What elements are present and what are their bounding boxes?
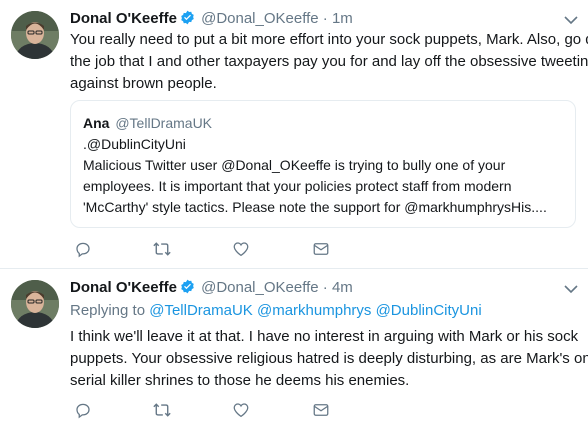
separator-dot: ·	[322, 279, 328, 296]
chevron-down-icon[interactable]	[564, 281, 578, 299]
display-name[interactable]: Donal O'Keeffe	[70, 10, 177, 27]
tweet-text: I think we'll leave it at that. I have n…	[70, 326, 588, 392]
chevron-down-icon[interactable]	[564, 12, 578, 30]
tweet-text-line: serial killer shrines to those he deems …	[70, 372, 410, 389]
user-handle[interactable]: @Donal_OKeeffe	[201, 279, 319, 296]
verified-badge-icon	[180, 10, 195, 29]
retweet-icon[interactable]	[152, 240, 172, 260]
user-handle[interactable]: @Donal_OKeeffe	[201, 10, 319, 27]
mention-link[interactable]: @TellDramaUK	[149, 302, 253, 319]
tweet-actions	[70, 401, 370, 421]
tweet-header: Donal O'Keeffe @Donal_OKeeffe · 1m	[70, 10, 353, 29]
mention-link[interactable]: @DublinCityUni	[376, 302, 482, 319]
verified-badge-icon	[180, 279, 195, 298]
like-icon[interactable]	[232, 240, 252, 260]
tweet-actions	[70, 240, 370, 260]
retweet-icon[interactable]	[152, 401, 172, 421]
reply-icon[interactable]	[74, 240, 94, 260]
quoted-tweet-text: .@DublinCityUni Malicious Twitter user @…	[83, 134, 569, 218]
tweet-text-line: You really need to put a bit more effort…	[70, 31, 588, 48]
replying-to: Replying to @TellDramaUK @markhumphrys @…	[70, 302, 482, 319]
quoted-tweet-header: Ana @TellDramaUK	[83, 115, 212, 131]
avatar[interactable]	[11, 11, 59, 59]
quoted-text-line: 'McCarthy' style tactics. Please note th…	[83, 199, 547, 215]
tweet-text-line: against brown people.	[70, 75, 217, 92]
tweet-text: You really need to put a bit more effort…	[70, 29, 588, 95]
tweet-header: Donal O'Keeffe @Donal_OKeeffe · 4m	[70, 279, 353, 298]
quoted-text-line: employees. It is important that your pol…	[83, 178, 512, 194]
display-name[interactable]: Donal O'Keeffe	[70, 279, 177, 296]
tweet[interactable]: Donal O'Keeffe @Donal_OKeeffe · 1m You r…	[0, 0, 588, 269]
timestamp[interactable]: 1m	[332, 10, 353, 27]
quoted-text-line: Malicious Twitter user @Donal_OKeeffe is…	[83, 157, 506, 173]
timestamp[interactable]: 4m	[332, 279, 353, 296]
quoted-text-line: .@DublinCityUni	[83, 136, 186, 152]
tweet-text-line: the job that I and other taxpayers pay y…	[70, 53, 588, 70]
tweet[interactable]: Donal O'Keeffe @Donal_OKeeffe · 4m Reply…	[0, 269, 588, 424]
like-icon[interactable]	[232, 401, 252, 421]
reply-icon[interactable]	[74, 401, 94, 421]
quoted-display-name: Ana	[83, 115, 110, 131]
avatar[interactable]	[11, 280, 59, 328]
quoted-tweet[interactable]: Ana @TellDramaUK .@DublinCityUni Malicio…	[70, 100, 576, 228]
direct-message-icon[interactable]	[312, 240, 332, 260]
replying-to-label: Replying to	[70, 302, 146, 319]
tweet-text-line: puppets. Your obsessive religious hatred…	[70, 350, 588, 367]
separator-dot: ·	[322, 10, 328, 27]
mention-link[interactable]: @markhumphrys	[257, 302, 371, 319]
tweet-text-line: I think we'll leave it at that. I have n…	[70, 328, 579, 345]
quoted-user-handle: @TellDramaUK	[115, 115, 213, 131]
direct-message-icon[interactable]	[312, 401, 332, 421]
